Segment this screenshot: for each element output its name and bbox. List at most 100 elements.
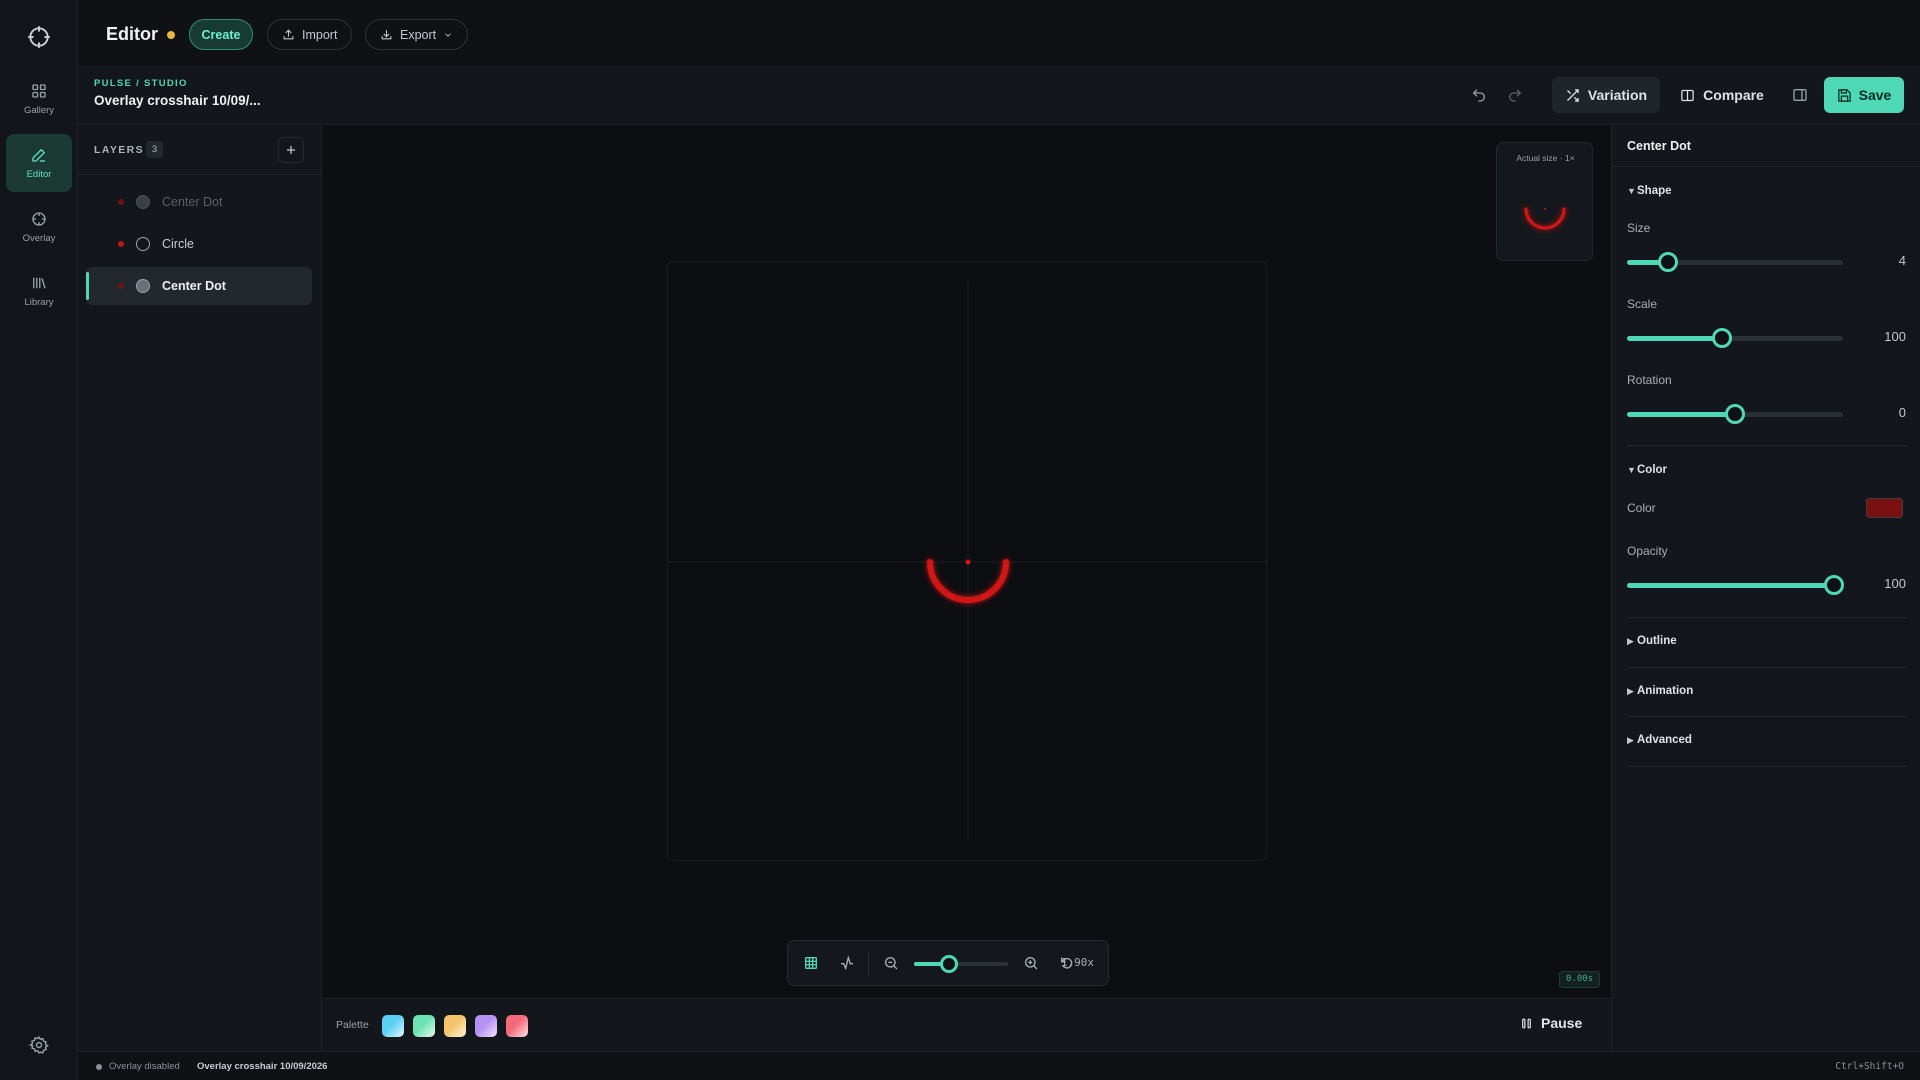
rail-item-label: Editor — [26, 169, 52, 180]
pause-button[interactable]: Pause — [1520, 1015, 1582, 1031]
properties-title: Center Dot — [1627, 139, 1691, 153]
pause-label: Pause — [1541, 1015, 1583, 1031]
create-button[interactable]: Create — [189, 19, 253, 50]
crosshair-icon — [32, 212, 46, 226]
section-color-toggle[interactable]: ▼Color — [1627, 464, 1667, 476]
color-label: Color — [1627, 501, 1656, 515]
columns-icon — [1681, 89, 1694, 101]
zoom-level: 1.90x — [1060, 956, 1094, 969]
zoom-out-button[interactable] — [881, 953, 901, 973]
center-dot — [965, 559, 971, 565]
zoom-slider-thumb[interactable] — [939, 955, 958, 973]
document-title[interactable]: Overlay crosshair 10/09/... — [94, 93, 261, 108]
export-dropdown[interactable]: Export — [365, 19, 469, 50]
crosshair-stage[interactable]: 0.00s — [667, 261, 1601, 988]
rail-item-label: Overlay — [22, 233, 56, 244]
import-button[interactable]: Import — [267, 19, 353, 50]
opacity-slider[interactable] — [1627, 575, 1845, 595]
status-bar: Overlay disabled Overlay crosshair 10/09… — [78, 1051, 1920, 1080]
caret-right-icon: ▶ — [1627, 735, 1634, 745]
settings-gear-icon[interactable] — [29, 1035, 49, 1055]
section-shape-toggle[interactable]: ▼Shape — [1627, 185, 1672, 197]
section-title: Shape — [1637, 185, 1672, 197]
rotation-slider[interactable] — [1627, 404, 1843, 424]
size-value[interactable]: 4 — [1860, 253, 1906, 268]
save-label: Save — [1858, 87, 1892, 103]
slider-thumb[interactable] — [1725, 404, 1745, 424]
zoom-slider[interactable] — [914, 955, 1008, 973]
palette-swatch[interactable] — [444, 1015, 466, 1037]
redo-button[interactable] — [1503, 83, 1527, 107]
toggle-panel-button[interactable] — [1788, 83, 1812, 107]
scale-slider[interactable] — [1627, 328, 1843, 348]
divider — [1627, 445, 1906, 446]
divider — [1627, 667, 1906, 668]
activity-toggle-button[interactable] — [837, 953, 857, 973]
status-document-name: Overlay crosshair 10/09/2026 — [197, 1061, 328, 1072]
palette-label: Palette — [336, 1019, 369, 1031]
rail-item-gallery[interactable]: Gallery — [6, 70, 72, 128]
add-layer-button[interactable] — [278, 137, 304, 163]
layer-item[interactable]: Circle — [86, 225, 312, 263]
opacity-value[interactable]: 100 — [1860, 576, 1906, 591]
rail-item-editor[interactable]: Editor — [6, 134, 72, 192]
rotation-value[interactable]: 0 — [1860, 405, 1906, 420]
compare-button[interactable]: Compare — [1672, 77, 1772, 113]
zoom-in-button[interactable] — [1021, 953, 1041, 973]
scale-value[interactable]: 100 — [1860, 329, 1906, 344]
unsaved-indicator — [167, 31, 175, 39]
pencil-icon — [32, 148, 46, 162]
section-animation-toggle[interactable]: ▶ Animation — [1627, 685, 1693, 697]
color-swatch-picker[interactable] — [1866, 498, 1903, 518]
toolbar-divider — [868, 952, 869, 976]
rail-item-overlay[interactable]: Overlay — [6, 198, 72, 256]
layer-item[interactable]: Center Dot — [86, 183, 312, 221]
library-icon — [33, 277, 46, 289]
overlay-status-dot — [96, 1064, 102, 1070]
layers-title: LAYERS — [94, 144, 145, 156]
grid-toggle-button[interactable] — [801, 953, 821, 973]
redo-icon — [1509, 89, 1522, 102]
divider — [1627, 766, 1906, 767]
crosshair-logo-icon[interactable] — [26, 24, 52, 50]
undo-button[interactable] — [1467, 83, 1491, 107]
layer-name: Center Dot — [162, 279, 226, 293]
actual-size-crosshair — [1524, 207, 1566, 230]
zoom-in-icon — [1025, 957, 1038, 970]
app-title: Editor — [106, 24, 158, 44]
slider-thumb[interactable] — [1824, 575, 1845, 595]
breadcrumb: PULSE / STUDIO — [94, 78, 188, 89]
layer-color-dot — [118, 199, 124, 205]
palette-swatch[interactable] — [413, 1015, 435, 1037]
layer-name: Center Dot — [162, 195, 223, 209]
slider-fill — [1627, 336, 1723, 341]
rail-item-label: Library — [24, 297, 54, 308]
editor-canvas[interactable]: 0.00s Actual size · 1× 1.90x — [322, 125, 1611, 998]
shortcut-hint: Ctrl+Shift+O — [1835, 1061, 1904, 1072]
layers-header: LAYERS 3 — [78, 125, 322, 175]
section-title: Animation — [1637, 685, 1694, 697]
rail-item-library[interactable]: Library — [6, 262, 72, 320]
actual-size-preview: Actual size · 1× — [1496, 142, 1593, 261]
caret-down-icon: ▼ — [1627, 465, 1636, 475]
undo-icon — [1472, 89, 1485, 102]
variation-button[interactable]: Variation — [1552, 77, 1660, 113]
filled-circle-icon — [136, 195, 150, 209]
section-advanced-toggle[interactable]: ▶ Advanced — [1627, 734, 1692, 746]
palette-swatch[interactable] — [382, 1015, 404, 1037]
save-button[interactable]: Save — [1824, 77, 1904, 113]
app-rail: Gallery Editor Overlay Library — [0, 0, 78, 1080]
slider-fill — [1627, 412, 1735, 417]
palette-swatch[interactable] — [475, 1015, 497, 1037]
section-outline-toggle[interactable]: ▶ Outline — [1627, 635, 1677, 647]
palette-swatch[interactable] — [506, 1015, 528, 1037]
upload-icon — [283, 29, 294, 40]
slider-thumb[interactable] — [1712, 328, 1733, 348]
size-slider[interactable] — [1627, 252, 1843, 272]
caret-down-icon: ▼ — [1627, 186, 1636, 196]
slider-thumb[interactable] — [1658, 252, 1679, 272]
section-title: Color — [1637, 464, 1668, 476]
layer-item-selected[interactable]: Center Dot — [86, 267, 312, 305]
variation-label: Variation — [1587, 87, 1648, 103]
import-label: Import — [302, 27, 338, 42]
